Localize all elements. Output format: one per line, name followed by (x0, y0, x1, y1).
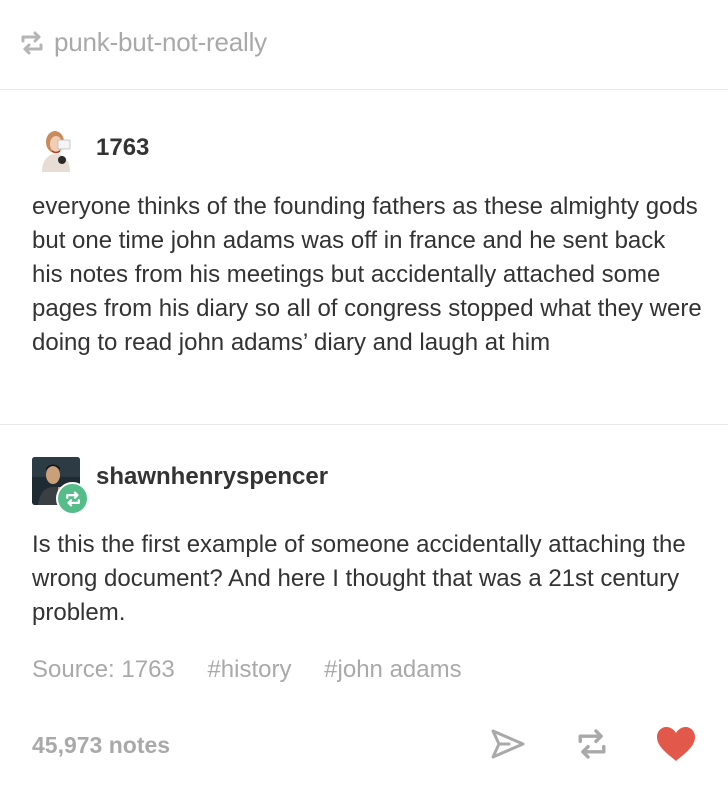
like-heart-icon (657, 727, 695, 761)
reblog-comment: shawnhenryspencer Is this the first exam… (0, 425, 728, 655)
source-link[interactable]: Source: 1763 (32, 656, 175, 683)
reblog-badge-icon (56, 482, 89, 515)
like-button[interactable] (654, 722, 698, 766)
share-icon (491, 729, 525, 759)
post-username[interactable]: shawnhenryspencer (96, 463, 328, 491)
post-body: everyone thinks of the founding fathers … (32, 193, 702, 356)
reblog-button[interactable] (570, 722, 614, 766)
share-button[interactable] (486, 722, 530, 766)
avatar[interactable] (32, 124, 80, 172)
reblog-icon (578, 729, 606, 759)
woman-avatar-icon (32, 124, 80, 172)
notes-count[interactable]: 45,973 notes (32, 732, 170, 759)
original-post: 1763 everyone thinks of the founding fat… (0, 90, 728, 425)
post-body: Is this the first example of someone acc… (32, 531, 686, 626)
reblog-icon (18, 30, 46, 56)
source-and-tags: Source: 1763 #history #john adams (32, 656, 488, 684)
post-footer: 45,973 notes (0, 710, 728, 790)
tag-link[interactable]: #john adams (324, 656, 461, 683)
tag-link[interactable]: #history (207, 656, 291, 683)
reblog-header: punk-but-not-really (0, 0, 728, 90)
post-username[interactable]: 1763 (96, 134, 149, 162)
reblogged-from-blog-link[interactable]: punk-but-not-really (54, 27, 267, 58)
